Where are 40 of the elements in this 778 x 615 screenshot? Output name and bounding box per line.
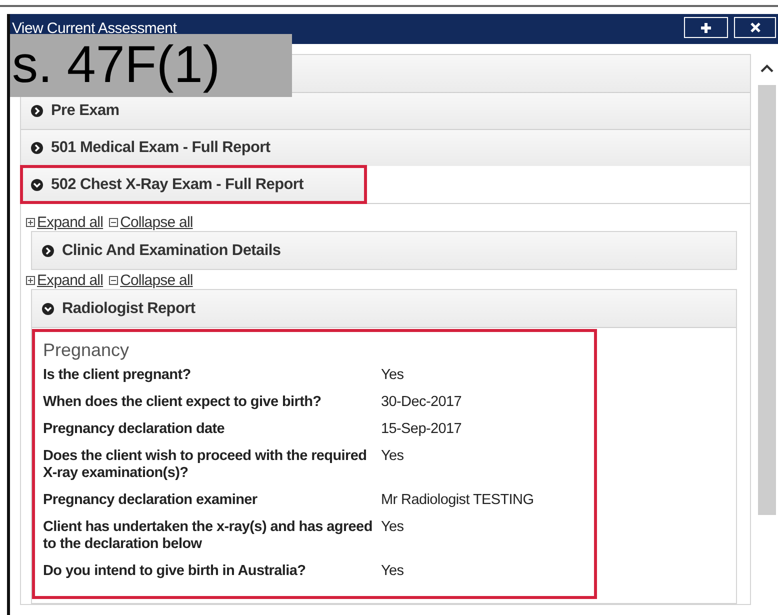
- section-header[interactable]: 502 Chest X-Ray Exam - Full Report: [21, 166, 366, 203]
- collapse-all-link[interactable]: Collapse all: [109, 272, 193, 289]
- section-header[interactable]: Pre Exam: [21, 92, 750, 129]
- expand-all-link[interactable]: Expand all: [26, 214, 104, 231]
- field-value: 15-Sep-2017: [381, 421, 463, 438]
- expand-all-link[interactable]: Expand all: [26, 272, 104, 289]
- section-header[interactable]: 501 Medical Exam - Full Report: [21, 129, 750, 166]
- chevron-right-icon: [31, 142, 43, 154]
- add-button[interactable]: [684, 17, 728, 38]
- redaction-overlay: s. 47F(1): [10, 34, 292, 97]
- field-label: Pregnancy declaration date: [43, 421, 226, 438]
- field-label: Client has undertaken the x-ray(s) and has agreed to the declaration below: [43, 519, 374, 553]
- field-value: Yes: [381, 367, 405, 384]
- collapse-all-link[interactable]: Collapse all: [109, 214, 193, 231]
- field-label: Is the client pregnant?: [43, 367, 192, 384]
- field-label: Does the client wish to proceed with the required X-ray examination(s)?: [43, 448, 368, 482]
- field-value: Yes: [381, 563, 405, 580]
- chevron-right-icon: [31, 105, 43, 117]
- chevron-down-icon: [31, 179, 43, 191]
- chevron-down-icon: [42, 302, 54, 314]
- field-label: Pregnancy declaration examiner: [43, 492, 258, 509]
- field-label: Do you intend to give birth in Australia?: [43, 563, 307, 580]
- plus-box-icon: [26, 218, 35, 227]
- minus-box-icon: [109, 218, 118, 227]
- field-value: 30-Dec-2017: [381, 394, 463, 411]
- chevron-right-icon: [42, 244, 54, 256]
- field-value: Mr Radiologist TESTING: [381, 492, 535, 509]
- minus-box-icon: [109, 276, 118, 285]
- subsection-header[interactable]: Clinic And Examination Details: [32, 232, 736, 269]
- plus-icon: [700, 22, 712, 34]
- subsection-header[interactable]: Radiologist Report: [32, 290, 736, 327]
- close-button[interactable]: [734, 17, 776, 38]
- plus-box-icon: [26, 276, 35, 285]
- window-title: View Current Assessment: [11, 19, 177, 37]
- field-value: Yes: [381, 448, 405, 466]
- group-heading: Pregnancy: [43, 340, 130, 361]
- field-label: When does the client expect to give birth?: [43, 394, 322, 411]
- close-icon: [750, 22, 760, 33]
- field-value: Yes: [381, 519, 405, 537]
- scroll-up-icon[interactable]: [760, 64, 774, 73]
